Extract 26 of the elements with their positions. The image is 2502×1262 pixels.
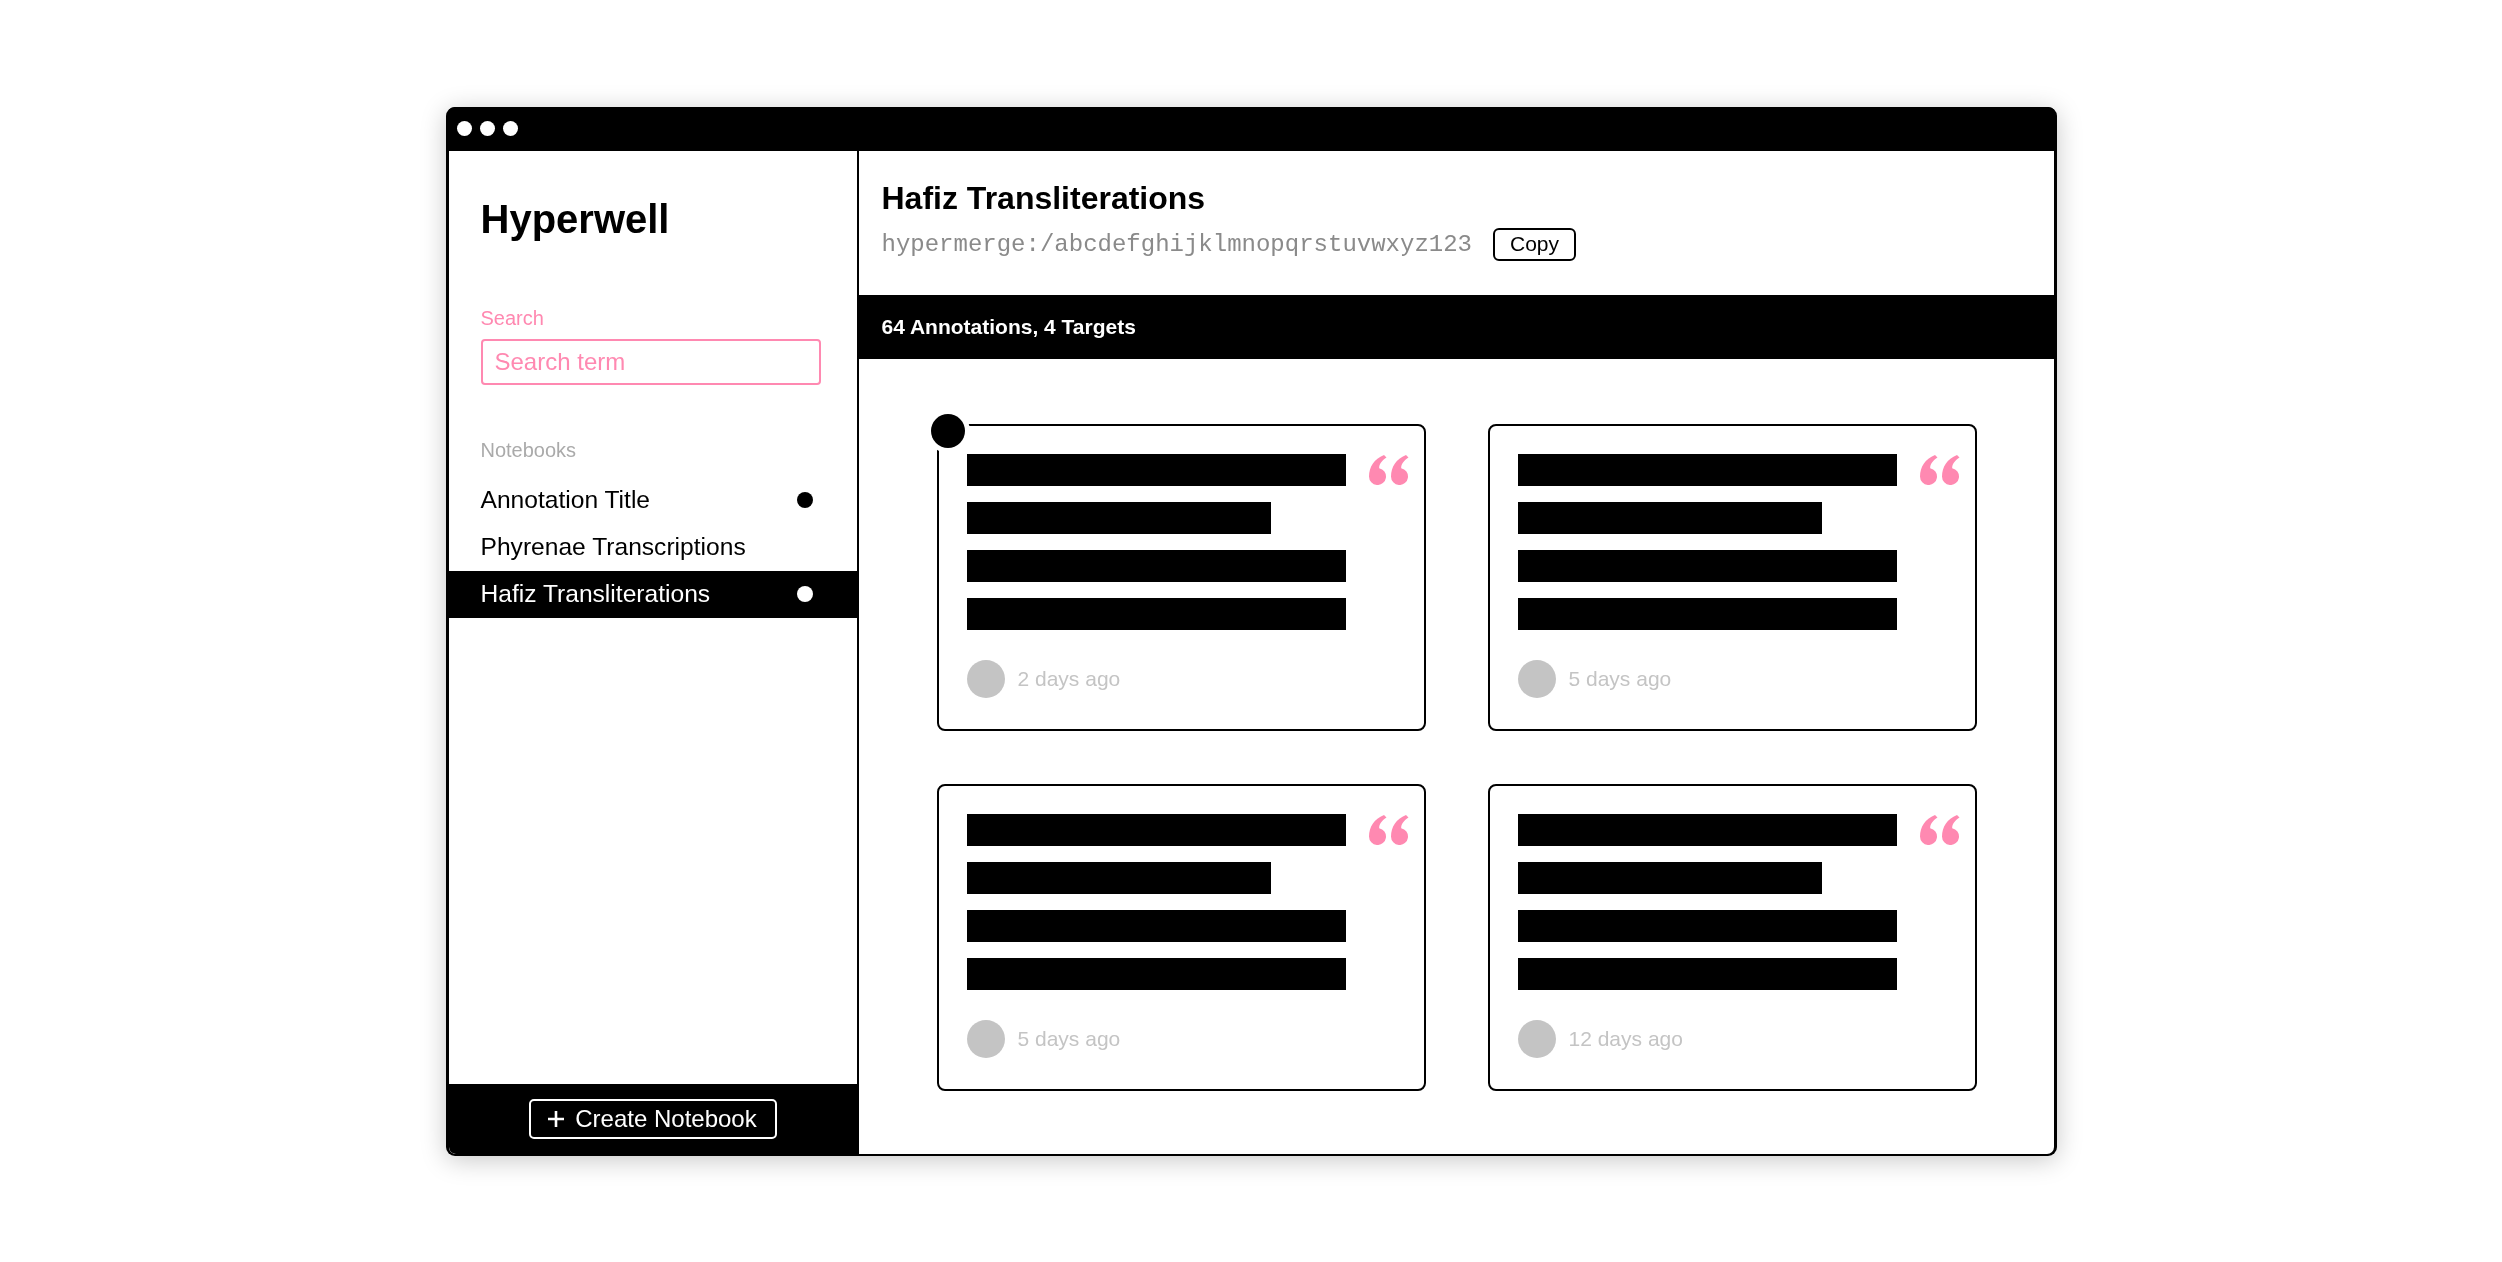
window-control-icon[interactable]: [456, 121, 472, 136]
avatar-icon: [966, 1019, 1005, 1058]
notebook-title: Hafiz Transliterations: [881, 179, 1206, 216]
create-notebook-button[interactable]: Create Notebook: [528, 1098, 777, 1139]
app-title: Hyperwell: [480, 195, 670, 243]
timestamp: 12 days ago: [1568, 1026, 1683, 1051]
quote-icon: [1368, 814, 1410, 845]
search-field[interactable]: Search term: [480, 338, 821, 385]
avatar-icon: [1517, 659, 1556, 698]
section-heading: Notebooks: [480, 437, 577, 462]
quote-icon: [1368, 454, 1410, 485]
window-control-icon[interactable]: [479, 121, 495, 136]
annotation-count: 64 Annotations, 4 Targets: [881, 314, 1136, 339]
quote-icon: [1919, 454, 1961, 485]
avatar-icon: [966, 659, 1005, 698]
plus-icon: [548, 1110, 565, 1127]
avatar-icon: [1517, 1019, 1556, 1058]
search-label: Search: [480, 305, 544, 330]
timestamp: 5 days ago: [1017, 1026, 1121, 1051]
document-url: hypermerge:/abcdefghijklmnopqrstuvwxyz123: [881, 230, 1472, 258]
timestamp: 2 days ago: [1017, 666, 1121, 691]
quote-icon: [1919, 814, 1961, 845]
copy-button[interactable]: Copy: [1493, 227, 1576, 261]
window-control-icon[interactable]: [502, 121, 518, 136]
notebook-item[interactable]: Hafiz Transliterations: [448, 570, 857, 618]
timestamp: 5 days ago: [1568, 666, 1672, 691]
